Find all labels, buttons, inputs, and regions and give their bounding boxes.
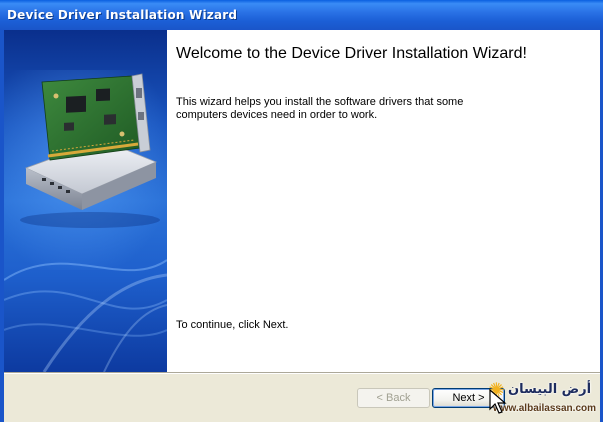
continue-instruction: To continue, click Next. — [176, 319, 289, 331]
title-bar[interactable]: Device Driver Installation Wizard — [0, 0, 603, 30]
wizard-side-banner — [4, 30, 167, 372]
intro-text: This wizard helps you install the softwa… — [176, 96, 464, 121]
watermark-arabic-text: أرض البيسان — [508, 382, 592, 397]
button-area-divider — [4, 372, 600, 374]
welcome-heading: Welcome to the Device Driver Installatio… — [176, 45, 527, 62]
window-title: Device Driver Installation Wizard — [7, 8, 238, 22]
banner-artwork — [4, 70, 167, 372]
mouse-pointer-icon — [489, 389, 507, 414]
wizard-window: Device Driver Installation Wizard Welcom… — [0, 0, 603, 422]
back-button[interactable]: < Back — [357, 388, 430, 408]
wizard-content: Welcome to the Device Driver Installatio… — [167, 30, 600, 372]
